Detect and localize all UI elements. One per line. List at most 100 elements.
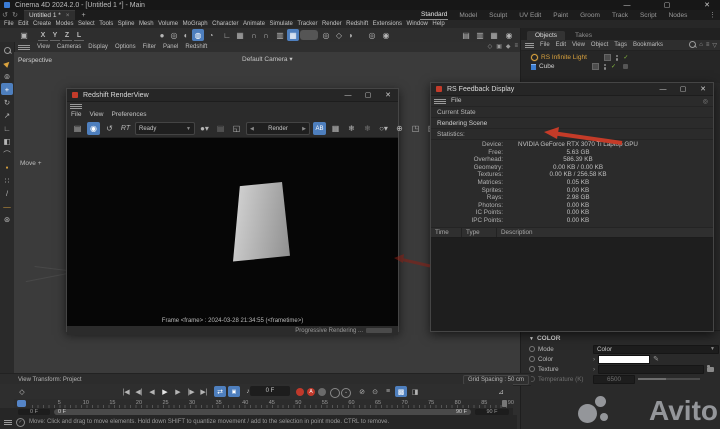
target-icon[interactable]: ◎ [320, 29, 332, 41]
rv-crop-icon[interactable]: ◱ [230, 122, 243, 135]
om-home-icon[interactable]: ⌂ [699, 42, 703, 48]
vp-menu-cameras[interactable]: Cameras [57, 44, 81, 50]
menu-item[interactable]: Animate [243, 21, 265, 27]
tweak-tool-icon[interactable]: ⊚ [1, 70, 13, 82]
prev-frame-button[interactable]: ◀ [146, 386, 158, 397]
next-key-button[interactable]: |▶ [185, 386, 197, 397]
fcurve-icon[interactable]: ⊿ [495, 386, 507, 397]
layout-tab[interactable]: Groom [579, 11, 601, 20]
scale-tool-icon[interactable]: ↗ [1, 109, 13, 121]
expand-arrow-icon[interactable]: › [593, 356, 595, 363]
key-params-icon[interactable]: ⊙ [369, 386, 381, 397]
record-button[interactable] [296, 388, 304, 396]
vp-menu-filter[interactable]: Filter [143, 44, 156, 50]
layout-tab[interactable]: Sculpt [488, 11, 508, 20]
active-shading-icon[interactable]: ◍ [192, 29, 204, 41]
anim-dot-icon[interactable] [529, 346, 535, 352]
mode-dropdown[interactable]: Color ▼ [593, 344, 719, 354]
om-menu-tags[interactable]: Tags [614, 42, 627, 48]
rv-minimize-button[interactable]: — [338, 89, 358, 101]
rv-snapshot-icon[interactable]: ▤ [71, 122, 84, 135]
edge-mode-icon[interactable]: / [1, 187, 13, 199]
log-list[interactable] [431, 237, 713, 331]
playhead[interactable] [17, 400, 26, 407]
folder-icon[interactable] [707, 364, 715, 372]
curve-tool-icon[interactable]: ⌒ [1, 148, 13, 160]
ring-button-icon[interactable]: ◎ [366, 29, 378, 41]
model-mode-icon[interactable]: ◧ [1, 135, 13, 147]
color-section-header[interactable]: ▼ COLOR [521, 331, 720, 344]
rv-menu-preferences[interactable]: Preferences [111, 111, 146, 118]
menu-item[interactable]: Window [407, 21, 428, 27]
menu-item[interactable]: Tracker [297, 21, 317, 27]
rv-freeze-icon[interactable]: ❄ [345, 122, 358, 135]
col-time[interactable]: Time [431, 227, 462, 237]
tab-takes[interactable]: Takes [567, 31, 600, 40]
om-menu-edit[interactable]: Edit [556, 42, 566, 48]
visibility-dots[interactable] [603, 63, 607, 70]
rv-maximize-button[interactable]: ▢ [358, 89, 378, 101]
vp-menu-display[interactable]: Display [88, 44, 108, 50]
grid-small-icon[interactable]: ▦ [234, 29, 246, 41]
menu-item[interactable]: Create [33, 21, 51, 27]
rv-bucket-dropdown-icon[interactable]: ●▾ [198, 122, 211, 135]
om-menu-file[interactable]: File [540, 42, 550, 48]
visibility-dots[interactable] [615, 54, 619, 61]
ban-icon[interactable]: ⊘ [356, 386, 368, 397]
rv-rt-toggle[interactable]: RT [119, 122, 132, 135]
layout-tab[interactable]: UV Edit [518, 11, 542, 20]
om-menu-view[interactable]: View [572, 42, 585, 48]
rv-status-dropdown[interactable]: Ready ▼ [135, 122, 195, 135]
viewport-burger-icon[interactable] [18, 44, 30, 51]
om-burger-icon[interactable] [525, 42, 534, 49]
play-button[interactable]: ▶ [159, 386, 171, 397]
key-position-button[interactable] [318, 388, 326, 396]
rv-refresh-icon[interactable]: ↺ [103, 122, 116, 135]
menu-item[interactable]: Spline [118, 21, 135, 27]
rv-focus-icon[interactable]: ⊕ [393, 122, 406, 135]
rv-start-ipr-button[interactable]: ◉ [87, 122, 100, 135]
snapshot-button[interactable]: ▩ [395, 386, 407, 397]
menu-item[interactable]: Mesh [139, 21, 154, 27]
list-icon[interactable]: ≡ [382, 386, 394, 397]
vp-state-icon-4[interactable]: ≡ [514, 43, 518, 50]
range-start-field[interactable]: 0 F [18, 408, 50, 415]
move-tool-icon[interactable]: + [1, 83, 13, 95]
feedback-titlebar[interactable]: RS Feedback Display — ▢ ✕ [431, 83, 713, 96]
menu-item[interactable]: Character [212, 21, 238, 27]
quantize-icon[interactable]: ▥ [274, 29, 286, 41]
menu-item[interactable]: Help [432, 21, 444, 27]
range-end-marker[interactable] [502, 400, 507, 407]
anim-dot-icon[interactable] [529, 356, 535, 362]
tool-preset-button[interactable] [300, 30, 318, 40]
om-search-icon[interactable] [689, 40, 697, 50]
menu-item[interactable]: Extensions [373, 21, 402, 27]
vp-menu-options[interactable]: Options [115, 44, 136, 50]
render-image[interactable]: Frame <frame> : 2024-03-28 21:34:55 (<fr… [67, 138, 398, 326]
rv-menu-view[interactable]: View [89, 111, 103, 118]
goto-end-button[interactable]: ▶| [198, 386, 210, 397]
object-row-light[interactable]: RS Infinite Light ✓ [521, 53, 720, 62]
layout-tab[interactable]: Track [611, 11, 629, 20]
anim-dot-icon[interactable] [529, 366, 535, 372]
spline-pen-icon[interactable]: — [1, 200, 13, 212]
render-settings-button[interactable]: ▦ [488, 29, 500, 41]
enabled-check-icon[interactable]: ✓ [623, 54, 628, 61]
key-scale-button[interactable] [330, 388, 340, 398]
rv-burger-icon[interactable] [70, 103, 82, 110]
layout-overflow-icon[interactable]: ⋮ [709, 11, 716, 19]
rv-freeze2-icon[interactable]: ❄ [361, 122, 374, 135]
menu-item[interactable]: Render [322, 21, 342, 27]
layout-tab[interactable]: Script [639, 11, 658, 20]
solid-circle-icon[interactable]: ◉ [380, 29, 392, 41]
rv-region-icon[interactable]: ◳ [409, 122, 422, 135]
rv-ab-compare-button[interactable]: AB [313, 122, 326, 135]
tab-close-icon[interactable]: × [66, 12, 70, 19]
live-selection-icon[interactable]: ▶ [1, 57, 13, 69]
coord-system-toggle[interactable]: L [74, 30, 84, 41]
fb-burger-icon[interactable] [434, 98, 446, 105]
om-flag-icon[interactable]: ▽ [712, 42, 717, 49]
rv-menu-file[interactable]: File [71, 111, 81, 118]
loop-mode-button[interactable]: ⇄ [214, 386, 226, 397]
rotate-tool-icon[interactable]: ↻ [1, 96, 13, 108]
